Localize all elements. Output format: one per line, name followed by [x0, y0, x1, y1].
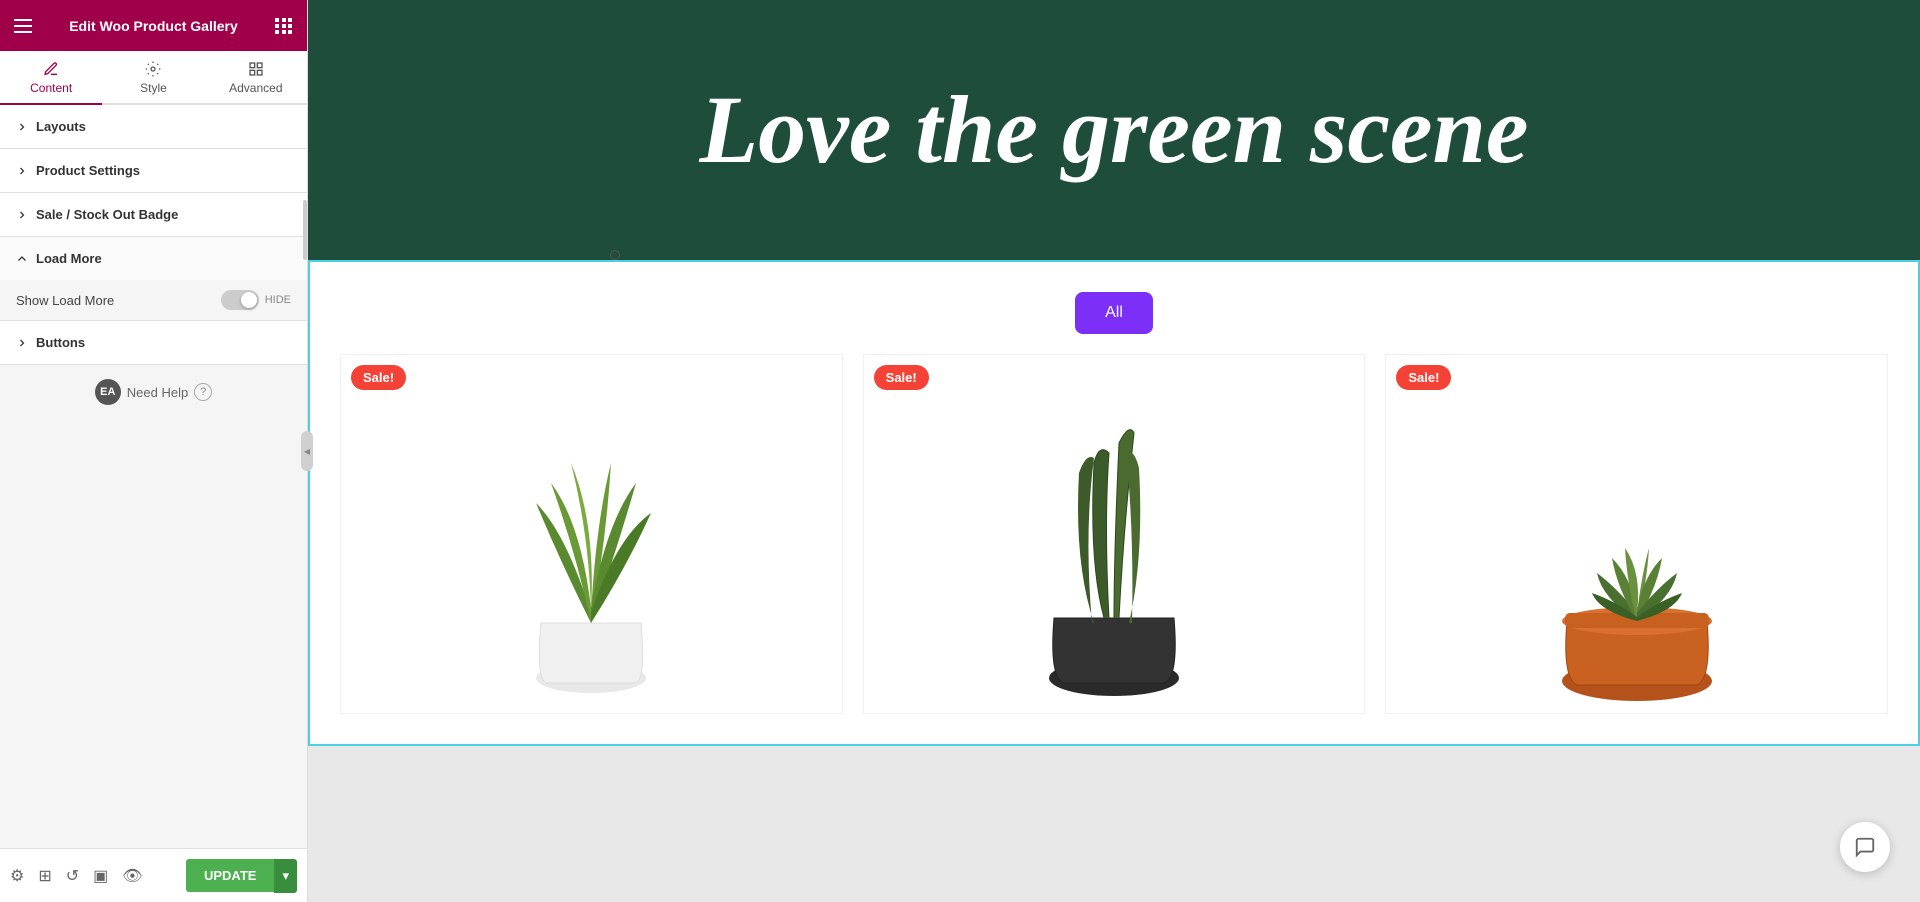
style-icon	[145, 61, 161, 77]
sidebar-scrollbar	[303, 200, 307, 260]
show-load-more-label: Show Load More	[16, 293, 114, 308]
plant-svg-3	[1497, 373, 1777, 703]
need-help-label: Need Help	[127, 385, 188, 400]
tab-content-label: Content	[30, 81, 72, 95]
accordion-layouts-header[interactable]: Layouts	[0, 105, 307, 148]
chat-icon	[1854, 836, 1876, 858]
page-title: Edit Woo Product Gallery	[69, 18, 238, 34]
plant-svg-2	[974, 363, 1254, 703]
accordion-buttons-header[interactable]: Buttons	[0, 321, 307, 364]
resize-handle[interactable]	[301, 431, 313, 471]
ea-logo: EA	[95, 379, 121, 405]
help-circle-icon: ?	[194, 383, 212, 401]
layers-icon[interactable]: ⊞	[38, 866, 51, 886]
sidebar-tabs: Content Style Advanced	[0, 51, 307, 105]
chevron-sale-badge-icon	[16, 209, 28, 221]
hero-title: Love the green scene	[699, 77, 1528, 183]
canvas: Love the green scene All Sale!	[308, 0, 1920, 902]
tab-advanced-label: Advanced	[229, 81, 282, 95]
filter-all-button[interactable]: All	[1075, 292, 1153, 334]
accordion-load-more-header[interactable]: Load More	[0, 237, 307, 280]
plant-svg-1	[451, 383, 731, 703]
tab-advanced[interactable]: Advanced	[205, 51, 307, 105]
toggle-track[interactable]	[221, 290, 259, 310]
update-button[interactable]: UPDATE	[186, 859, 274, 892]
accordion-layouts: Layouts	[0, 105, 307, 149]
product-card-2: Sale!	[863, 354, 1366, 714]
need-help-section[interactable]: EA Need Help ?	[0, 365, 307, 419]
toolbar-icons: ⚙ ⊞ ↺ ▣ 👁	[10, 866, 143, 886]
chat-button[interactable]	[1840, 822, 1890, 872]
accordion-sale-badge: Sale / Stock Out Badge	[0, 193, 307, 237]
menu-icon[interactable]	[14, 19, 32, 33]
filter-bar: All	[340, 282, 1888, 354]
sidebar-content: Layouts Product Settings Sale / Stock Ou…	[0, 105, 307, 902]
update-dropdown-button[interactable]: ▾	[274, 859, 297, 893]
eye-icon[interactable]: 👁	[122, 866, 142, 886]
sidebar-toolbar: ⚙ ⊞ ↺ ▣ 👁 UPDATE ▾	[0, 848, 307, 902]
products-grid: Sale!	[340, 354, 1888, 714]
sidebar: Edit Woo Product Gallery Content Style	[0, 0, 308, 902]
sale-badge-3: Sale!	[1396, 365, 1451, 390]
show-load-more-row: Show Load More HIDE	[0, 280, 307, 320]
update-btn-group: UPDATE ▾	[186, 859, 297, 893]
grid-icon[interactable]	[275, 18, 293, 34]
sidebar-header: Edit Woo Product Gallery	[0, 0, 307, 51]
chevron-load-more-icon	[16, 253, 28, 265]
accordion-product-settings: Product Settings	[0, 149, 307, 193]
settings-icon[interactable]: ⚙	[10, 866, 24, 886]
plant-image-2	[864, 355, 1365, 713]
accordion-sale-badge-label: Sale / Stock Out Badge	[36, 207, 178, 222]
chevron-product-settings-icon	[16, 165, 28, 177]
responsive-icon[interactable]: ▣	[93, 866, 108, 886]
accordion-buttons: Buttons	[0, 321, 307, 365]
accordion-load-more: Load More Show Load More HIDE	[0, 237, 307, 321]
hero-banner: Love the green scene	[308, 0, 1920, 260]
sale-badge-2: Sale!	[874, 365, 929, 390]
accordion-buttons-label: Buttons	[36, 335, 85, 350]
tab-style-label: Style	[140, 81, 167, 95]
accordion-product-settings-header[interactable]: Product Settings	[0, 149, 307, 192]
tab-style[interactable]: Style	[102, 51, 204, 105]
sale-badge-1: Sale!	[351, 365, 406, 390]
product-card-3: Sale!	[1385, 354, 1888, 714]
accordion-product-settings-label: Product Settings	[36, 163, 140, 178]
chevron-layouts-icon	[16, 121, 28, 133]
toggle-thumb	[241, 292, 257, 308]
accordion-layouts-label: Layouts	[36, 119, 86, 134]
plant-image-3	[1386, 355, 1887, 713]
advanced-icon	[248, 61, 264, 77]
gallery-area: All Sale!	[308, 260, 1920, 746]
accordion-load-more-label: Load More	[36, 251, 102, 266]
chevron-buttons-icon	[16, 337, 28, 349]
content-icon	[43, 61, 59, 77]
product-card-1: Sale!	[340, 354, 843, 714]
tab-content[interactable]: Content	[0, 51, 102, 105]
accordion-sale-badge-header[interactable]: Sale / Stock Out Badge	[0, 193, 307, 236]
canvas-inner: Love the green scene All Sale!	[308, 0, 1920, 902]
history-icon[interactable]: ↺	[66, 866, 79, 886]
plant-image-1	[341, 355, 842, 713]
show-load-more-toggle[interactable]: HIDE	[221, 290, 291, 310]
toggle-state-label: HIDE	[265, 294, 291, 306]
